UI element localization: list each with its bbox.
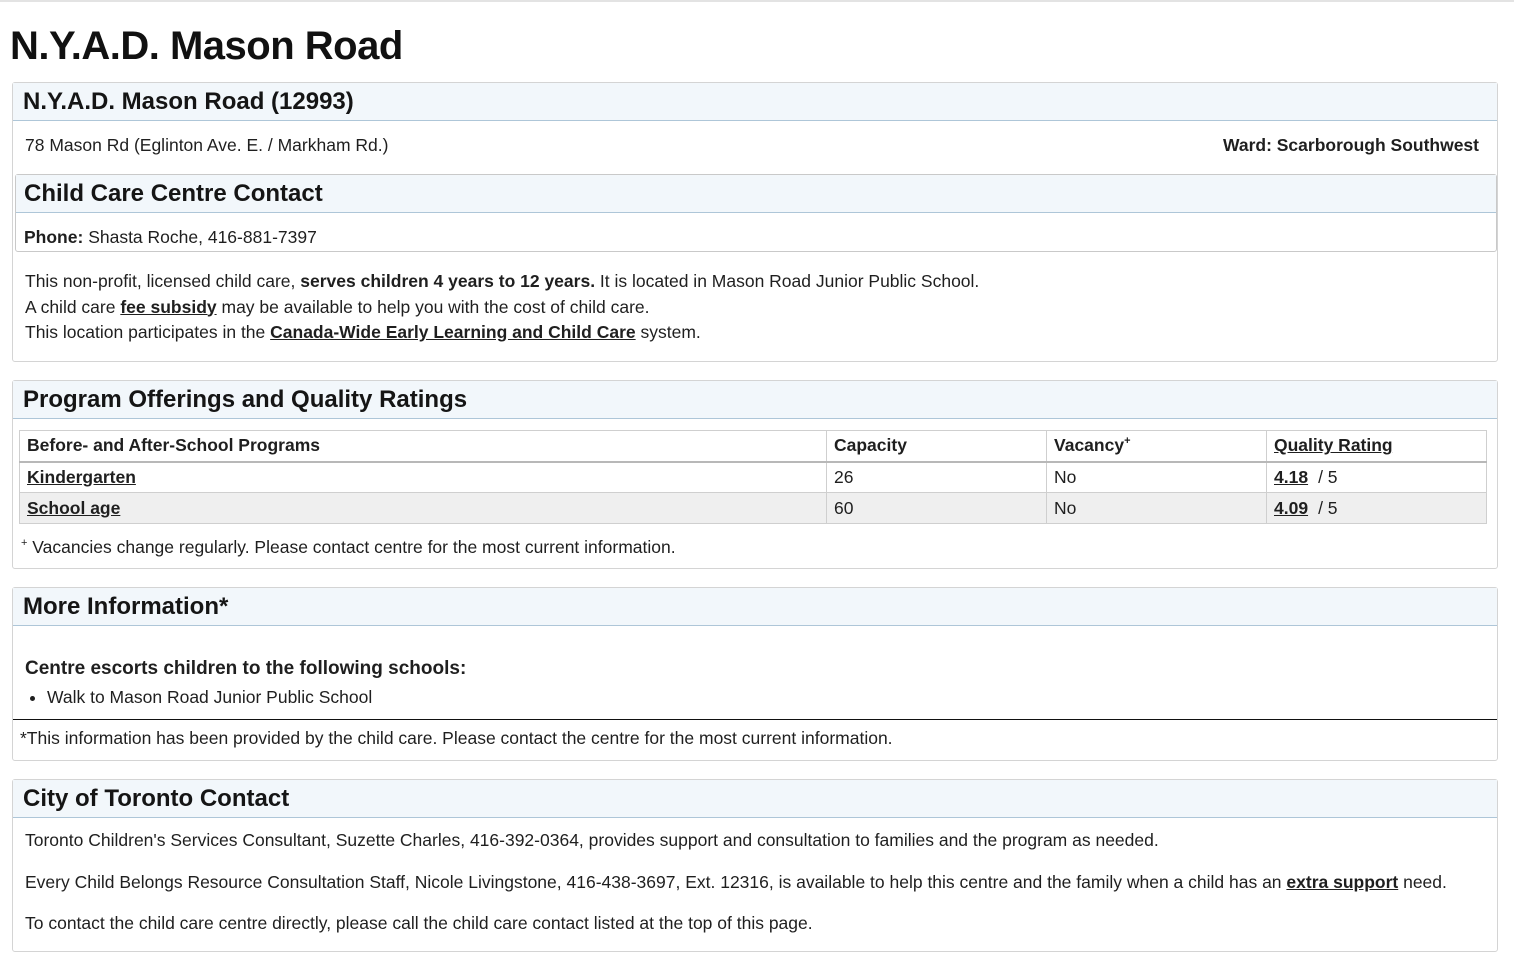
table-row: Kindergarten 26 No 4.18 / 5 <box>19 461 1487 493</box>
table-header-row: Before- and After-School Programs Capaci… <box>19 430 1487 463</box>
rating-denominator: / 5 <box>1318 466 1338 487</box>
desc-text: This location participates in the <box>25 322 271 342</box>
description-line-3: This location participates in the Canada… <box>25 320 979 346</box>
fee-subsidy-link[interactable]: fee subsidy <box>120 297 216 317</box>
centre-description: This non-profit, licensed child care, se… <box>25 269 979 346</box>
col-vacancy: Vacancy+ <box>1046 430 1267 463</box>
rating-cell: 4.09 / 5 <box>1266 492 1487 524</box>
paragraph-text: need. <box>1398 872 1447 892</box>
program-link-school-age[interactable]: School age <box>27 498 120 518</box>
footnote-text: Vacancies change regularly. Please conta… <box>27 537 676 557</box>
col-program: Before- and After-School Programs <box>19 430 827 463</box>
centre-address: 78 Mason Rd (Eglinton Ave. E. / Markham … <box>25 135 389 155</box>
col-quality-rating: Quality Rating <box>1266 430 1487 463</box>
quality-rating-link[interactable]: Quality Rating <box>1274 435 1393 455</box>
programs-panel: Program Offerings and Quality Ratings Be… <box>12 380 1498 569</box>
phone-value: Shasta Roche, 416-881-7397 <box>88 227 317 247</box>
more-info-panel: More Information* Centre escorts childre… <box>12 587 1498 761</box>
city-heading: City of Toronto Contact <box>13 780 1497 818</box>
rating-denominator: / 5 <box>1318 497 1338 518</box>
capacity-cell: 60 <box>826 492 1047 524</box>
vacancy-superscript: + <box>1124 435 1131 448</box>
description-line-1: This non-profit, licensed child care, se… <box>25 269 979 295</box>
more-info-note: *This information has been provided by t… <box>13 719 1497 760</box>
col-capacity: Capacity <box>826 430 1047 463</box>
contact-heading: Child Care Centre Contact <box>16 175 1496 213</box>
desc-text: may be available to help you with the co… <box>216 296 650 317</box>
program-cell: Kindergarten <box>19 461 827 493</box>
phone-line: Phone: Shasta Roche, 416-881-7397 <box>24 227 317 248</box>
program-cell: School age <box>19 492 827 524</box>
escort-list: Walk to Mason Road Junior Public School <box>23 685 372 709</box>
age-range: serves children 4 years to 12 years. <box>300 271 596 291</box>
desc-text: It is located in Mason Road Junior Publi… <box>595 271 980 291</box>
direct-contact-paragraph: To contact the child care centre directl… <box>25 913 813 933</box>
paragraph-text: Every Child Belongs Resource Consultatio… <box>25 872 1287 892</box>
contact-box: Child Care Centre Contact Phone: Shasta … <box>15 174 1497 252</box>
address-row: 78 Mason Rd (Eglinton Ave. E. / Markham … <box>25 135 1479 159</box>
centre-heading: N.Y.A.D. Mason Road (12993) <box>13 83 1497 121</box>
program-link-kindergarten[interactable]: Kindergarten <box>27 467 136 487</box>
rating-link[interactable]: 4.09 <box>1274 498 1308 518</box>
extra-support-link[interactable]: extra support <box>1286 872 1398 892</box>
consultant-paragraph: Toronto Children's Services Consultant, … <box>25 830 1159 850</box>
ward-label: Ward: Scarborough Southwest <box>1222 135 1479 155</box>
page-title: N.Y.A.D. Mason Road <box>10 24 403 68</box>
desc-text: A child care <box>25 296 121 317</box>
programs-table: Before- and After-School Programs Capaci… <box>19 430 1487 524</box>
cwelcc-link[interactable]: Canada-Wide Early Learning and Child Car… <box>270 322 635 342</box>
rating-cell: 4.18 / 5 <box>1266 461 1487 493</box>
desc-text: system. <box>635 322 701 342</box>
city-contact-panel: City of Toronto Contact Toronto Children… <box>12 779 1498 952</box>
escort-title: Centre escorts children to the following… <box>25 658 467 679</box>
resource-staff-paragraph: Every Child Belongs Resource Consultatio… <box>25 872 1447 893</box>
desc-text: This non-profit, licensed child care, <box>25 271 301 291</box>
description-line-2: A child care fee subsidy may be availabl… <box>25 295 979 321</box>
rating-link[interactable]: 4.18 <box>1274 467 1308 487</box>
centre-info-panel: N.Y.A.D. Mason Road (12993) 78 Mason Rd … <box>12 82 1498 362</box>
vacancy-header-text: Vacancy <box>1054 435 1125 456</box>
list-item: Walk to Mason Road Junior Public School <box>47 685 372 709</box>
vacancy-cell: No <box>1046 492 1267 524</box>
table-row: School age 60 No 4.09 / 5 <box>19 492 1487 524</box>
phone-label: Phone: <box>24 227 84 247</box>
vacancy-cell: No <box>1046 461 1267 493</box>
vacancy-footnote: + Vacancies change regularly. Please con… <box>21 537 676 558</box>
programs-heading: Program Offerings and Quality Ratings <box>13 381 1497 419</box>
more-info-heading: More Information* <box>13 588 1497 626</box>
capacity-cell: 26 <box>826 461 1047 493</box>
